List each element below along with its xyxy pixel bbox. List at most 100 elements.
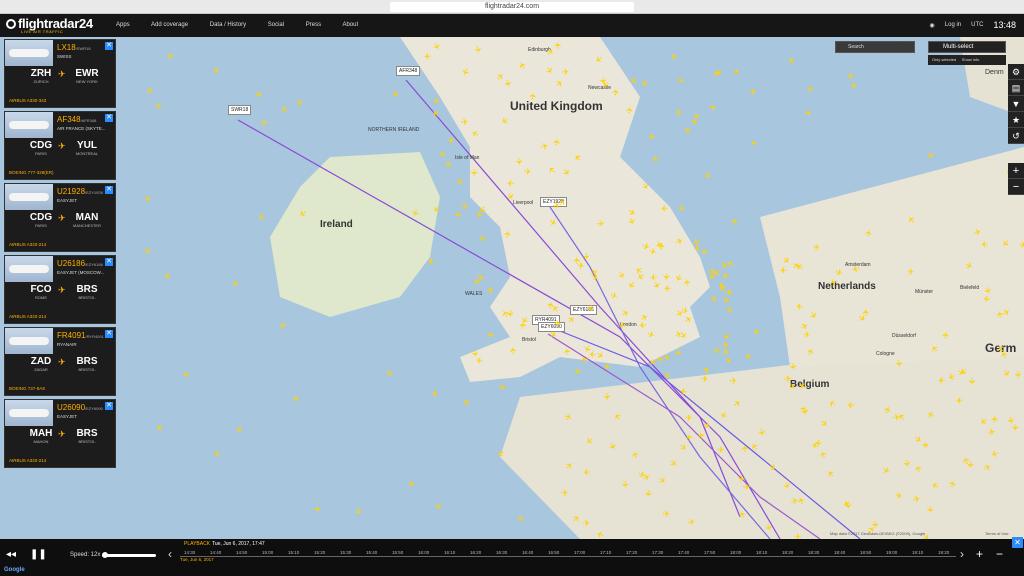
aircraft-icon[interactable]: ✈ [953,395,963,406]
search-input[interactable]: Search [835,41,915,53]
callout-swr18[interactable]: SWR18 [228,105,252,115]
aircraft-icon[interactable]: ✈ [730,215,741,225]
close-icon[interactable]: ✕ [1012,537,1023,548]
aircraft-icon[interactable]: ✈ [712,345,722,355]
aircraft-icon[interactable]: ✈ [445,134,455,145]
aircraft-icon[interactable]: ✈ [793,300,804,311]
aircraft-icon[interactable]: ✈ [941,329,952,340]
close-icon[interactable]: ✕ [105,258,113,266]
aircraft-icon[interactable]: ✈ [811,241,823,252]
aircraft-icon[interactable]: ✈ [648,271,657,282]
only-selected-toggle[interactable]: Only selected [932,57,956,62]
aircraft-icon[interactable]: ✈ [587,349,596,359]
aircraft-icon[interactable]: ✈ [981,294,992,304]
aircraft-icon[interactable]: ✈ [477,233,486,244]
aircraft-icon[interactable]: ✈ [562,67,572,78]
aircraft-icon[interactable]: ✈ [662,283,671,293]
aircraft-icon[interactable]: ✈ [863,227,875,238]
aircraft-icon[interactable]: ✈ [505,177,514,188]
aircraft-icon[interactable]: ✈ [749,137,760,148]
layers-icon[interactable]: ▤ [1008,80,1024,96]
aircraft-icon[interactable]: ✈ [965,461,975,470]
aircraft-icon[interactable]: ✈ [1013,370,1024,380]
aircraft-icon[interactable]: ✈ [642,490,654,500]
aircraft-icon[interactable]: ✈ [748,85,759,96]
timeline[interactable]: PLAYBACK Tue, Jun 6, 2017, 17:47 14:30 14… [180,539,956,576]
aircraft-icon[interactable]: ✈ [582,517,593,528]
flight-card[interactable]: AF348/AFR348 AIR FRANCE (SKYTE... ✕ CDG P… [4,111,116,180]
aircraft-icon[interactable]: ✈ [292,393,302,404]
aircraft-icon[interactable]: ✈ [581,467,591,477]
aircraft-icon[interactable]: ✈ [743,482,753,493]
aircraft-icon[interactable]: ✈ [581,253,591,262]
aircraft-icon[interactable]: ✈ [716,444,726,455]
aircraft-icon[interactable]: ✈ [647,132,657,143]
aircraft-icon[interactable]: ✈ [677,385,688,396]
aircraft-icon[interactable]: ✈ [966,378,977,388]
aircraft-icon[interactable]: ✈ [474,210,485,220]
aircraft-icon[interactable]: ✈ [421,51,431,61]
nav-add-coverage[interactable]: Add coverage [151,22,188,28]
terms-link[interactable]: Terms of Use [985,531,1009,536]
aircraft-icon[interactable]: ✈ [674,107,684,116]
nav-apps[interactable]: Apps [116,22,130,28]
aircraft-icon[interactable]: ✈ [312,504,323,513]
flight-card[interactable]: U21928/EZY1928 EASYJET ✕ CDG PARIS ✈ MAN M… [4,183,116,252]
aircraft-icon[interactable]: ✈ [695,429,707,440]
aircraft-icon[interactable]: ✈ [912,493,923,504]
flight-card[interactable]: FR4091/RYR4091 RYANAIR ✕ ZAD ZADAR ✈ BRS B… [4,327,116,396]
aircraft-icon[interactable]: ✈ [469,168,479,177]
aircraft-icon[interactable]: ✈ [990,413,1001,423]
aircraft-icon[interactable]: ✈ [518,320,528,330]
aircraft-icon[interactable]: ✈ [849,80,859,91]
aircraft-icon[interactable]: ✈ [496,381,507,392]
aircraft-icon[interactable]: ✈ [637,319,646,330]
zoom-in-icon[interactable]: + [1008,163,1024,179]
aircraft-icon[interactable]: ✈ [484,330,496,341]
aircraft-icon[interactable]: ✈ [803,108,813,117]
nav-press[interactable]: Press [306,22,321,28]
login-link[interactable]: Log in [945,22,961,28]
aircraft-icon[interactable]: ✈ [661,272,672,282]
minus-icon[interactable]: − [996,547,1003,561]
aircraft-icon[interactable]: ✈ [708,102,718,111]
flight-card[interactable]: U26186/EZY6186 EASYJET (MOSCOW... ✕ FCO R… [4,255,116,324]
aircraft-icon[interactable]: ✈ [453,211,464,221]
close-icon[interactable]: ✕ [105,402,113,410]
plus-icon[interactable]: + [976,547,983,561]
star-icon[interactable]: ★ [1008,112,1024,128]
aircraft-icon[interactable]: ✈ [701,374,710,384]
aircraft-icon[interactable]: ✈ [610,86,621,96]
settings-icon[interactable]: ⚙ [1008,64,1024,80]
aircraft-icon[interactable]: ✈ [601,360,612,372]
speed-slider-knob[interactable] [101,552,108,558]
aircraft-icon[interactable]: ✈ [901,459,912,470]
aircraft-icon[interactable]: ✈ [894,491,904,502]
show-info-toggle[interactable]: Show info [962,57,980,62]
aircraft-icon[interactable]: ✈ [561,488,570,498]
aircraft-icon[interactable]: ✈ [553,317,564,327]
aircraft-icon[interactable]: ✈ [443,161,453,170]
aircraft-icon[interactable]: ✈ [553,40,563,49]
aircraft-icon[interactable]: ✈ [907,267,917,278]
nav-social[interactable]: Social [268,22,284,28]
aircraft-icon[interactable]: ✈ [528,90,539,100]
aircraft-icon[interactable]: ✈ [673,348,683,357]
aircraft-icon[interactable]: ✈ [979,239,989,249]
zoom-out-icon[interactable]: − [1008,179,1024,195]
aircraft-icon[interactable]: ✈ [551,136,563,146]
aircraft-icon[interactable]: ✈ [601,392,612,402]
aircraft-icon[interactable]: ✈ [924,505,936,515]
timeline-prev-icon[interactable]: ‹ [168,547,172,561]
close-icon[interactable]: ✕ [105,186,113,194]
aircraft-icon[interactable]: ✈ [234,423,245,433]
aircraft-icon[interactable]: ✈ [524,167,534,178]
aircraft-icon[interactable]: ✈ [470,349,481,359]
aircraft-icon[interactable]: ✈ [844,70,855,81]
aircraft-icon[interactable]: ✈ [685,413,694,423]
aircraft-icon[interactable]: ✈ [513,157,524,167]
flight-card[interactable]: U26090/EZY6090 EASYJET ✕ MAH MAHON ✈ BRS B… [4,399,116,468]
aircraft-icon[interactable]: ✈ [663,510,672,519]
aircraft-icon[interactable]: ✈ [740,442,751,452]
aircraft-icon[interactable]: ✈ [721,340,731,351]
